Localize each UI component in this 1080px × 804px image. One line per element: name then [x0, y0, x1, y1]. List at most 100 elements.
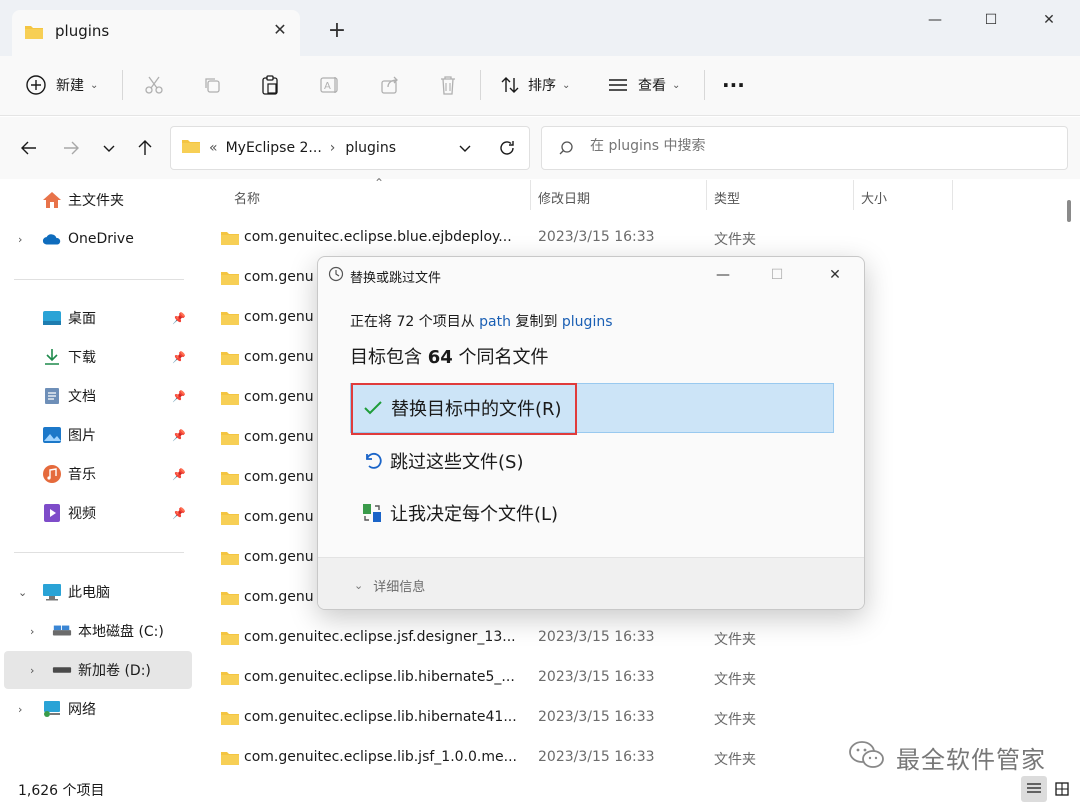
- compare-files-icon: [360, 501, 384, 525]
- sidebar-item-downloads[interactable]: 下载 📌: [4, 338, 192, 376]
- share-button[interactable]: [378, 68, 402, 102]
- file-row[interactable]: com.genuitec.eclipse.lib.hibernate5_... 2…: [216, 658, 1056, 698]
- file-name: com.genuitec.eclipse.lib.hibernate41...: [244, 709, 517, 725]
- column-divider[interactable]: [952, 180, 953, 210]
- chevron-down-icon[interactable]: ⌄: [18, 586, 27, 599]
- breadcrumb-overflow[interactable]: «: [209, 140, 218, 156]
- dialog-maximize-button[interactable]: ☐: [754, 261, 800, 289]
- sidebar-divider: [14, 552, 184, 553]
- paste-button[interactable]: [258, 68, 282, 102]
- conflict-summary: 目标包含 64 个同名文件: [350, 343, 549, 369]
- minimize-button[interactable]: —: [912, 6, 958, 34]
- new-button[interactable]: 新建 ⌄: [24, 68, 98, 102]
- chevron-right-icon[interactable]: ›: [18, 233, 22, 246]
- refresh-button[interactable]: [497, 138, 517, 162]
- source-link[interactable]: path: [479, 314, 511, 330]
- tiles-view-button[interactable]: [1049, 776, 1075, 802]
- cut-button[interactable]: [142, 68, 166, 102]
- new-tab-button[interactable]: +: [324, 18, 350, 44]
- close-window-button[interactable]: ✕: [1026, 6, 1072, 34]
- dialog-minimize-button[interactable]: —: [700, 261, 746, 289]
- search-box[interactable]: [541, 126, 1068, 170]
- file-row[interactable]: com.genuitec.eclipse.lib.hibernate41... 2…: [216, 698, 1056, 738]
- folder-icon: [220, 430, 240, 450]
- sidebar-item-drive-c[interactable]: › 本地磁盘 (C:): [4, 612, 192, 650]
- column-divider[interactable]: [853, 180, 854, 210]
- view-button[interactable]: 查看 ⌄: [606, 68, 680, 102]
- sidebar-item-onedrive[interactable]: › OneDrive: [4, 220, 192, 258]
- conflict-prefix: 目标包含: [350, 347, 428, 368]
- sidebar-item-documents[interactable]: 文档 📌: [4, 377, 192, 415]
- sidebar-item-drive-d[interactable]: › 新加卷 (D:): [4, 651, 192, 689]
- file-name: com.genuitec.eclipse.blue.ejbdeploy...: [244, 229, 512, 245]
- file-name: com.genu: [244, 589, 314, 605]
- search-input[interactable]: [590, 138, 1050, 154]
- delete-button[interactable]: [436, 68, 460, 102]
- item-count: 1,626 个项目: [18, 783, 105, 799]
- sidebar-item-label: 此电脑: [68, 585, 110, 601]
- more-details-button[interactable]: ⌄ 详细信息: [354, 576, 425, 595]
- tab-plugins[interactable]: plugins ✕: [12, 10, 300, 56]
- file-type: 文件夹: [714, 752, 756, 768]
- more-options-button[interactable]: ···: [722, 68, 745, 102]
- file-row[interactable]: com.genuitec.eclipse.blue.ejbdeploy... 20…: [216, 218, 1056, 258]
- rename-button[interactable]: A: [318, 68, 342, 102]
- vertical-scrollbar[interactable]: [1064, 180, 1074, 780]
- file-name: com.genu: [244, 509, 314, 525]
- recent-locations-button[interactable]: [96, 135, 122, 161]
- column-header-size[interactable]: 大小: [861, 188, 887, 207]
- sidebar-item-pictures[interactable]: 图片 📌: [4, 416, 192, 454]
- conflict-count: 64: [427, 347, 453, 368]
- chevron-right-icon[interactable]: ›: [18, 703, 22, 716]
- drive-icon: [52, 621, 72, 641]
- sidebar-item-home[interactable]: 主文件夹: [4, 181, 192, 219]
- address-history-button[interactable]: [457, 140, 473, 160]
- sidebar-item-this-pc[interactable]: ⌄ 此电脑: [4, 573, 192, 611]
- column-header-name[interactable]: 名称: [234, 188, 260, 207]
- undo-arrow-icon: [360, 449, 384, 473]
- copy-text-prefix: 正在将 72 个项目从: [350, 314, 480, 330]
- decide-each-file-option[interactable]: 让我决定每个文件(L): [350, 488, 834, 538]
- scissors-icon: [142, 73, 166, 97]
- replace-or-skip-dialog: 替换或跳过文件 — ☐ ✕ 正在将 72 个项目从 path 复制到 plugi…: [317, 256, 865, 610]
- chevron-right-icon[interactable]: ›: [30, 664, 34, 677]
- sidebar-item-network[interactable]: › 网络: [4, 690, 192, 728]
- breadcrumb-plugins[interactable]: plugins: [345, 140, 396, 156]
- file-date: 2023/3/15 16:33: [538, 709, 655, 725]
- sidebar-item-desktop[interactable]: 桌面 📌: [4, 299, 192, 337]
- chevron-down-icon: ⌄: [562, 79, 571, 91]
- column-divider[interactable]: [706, 180, 707, 210]
- download-icon: [42, 347, 62, 367]
- breadcrumb-myeclipse[interactable]: MyEclipse 2...: [226, 140, 322, 156]
- dialog-close-button[interactable]: ✕: [812, 261, 858, 289]
- back-button[interactable]: [16, 135, 42, 161]
- scrollbar-thumb[interactable]: [1067, 200, 1071, 222]
- sidebar-item-music[interactable]: 音乐 📌: [4, 455, 192, 493]
- rename-icon: A: [318, 73, 342, 97]
- column-header-type[interactable]: 类型: [714, 188, 740, 207]
- skip-files-option[interactable]: 跳过这些文件(S): [350, 436, 834, 486]
- file-name: com.genu: [244, 309, 314, 325]
- up-button[interactable]: [132, 135, 158, 161]
- forward-button[interactable]: [58, 135, 84, 161]
- file-row[interactable]: com.genuitec.eclipse.jsf.designer_13... 2…: [216, 618, 1056, 658]
- sort-button[interactable]: 排序 ⌄: [498, 68, 570, 102]
- skip-option-label: 跳过这些文件(S): [390, 452, 524, 473]
- column-divider[interactable]: [530, 180, 531, 210]
- file-name: com.genu: [244, 549, 314, 565]
- maximize-button[interactable]: ☐: [968, 6, 1014, 34]
- conflict-suffix: 个同名文件: [452, 347, 549, 368]
- chevron-right-icon[interactable]: ›: [30, 625, 34, 638]
- copy-button[interactable]: [200, 68, 224, 102]
- pin-icon: 📌: [172, 428, 186, 442]
- file-type: 文件夹: [714, 632, 756, 648]
- destination-link[interactable]: plugins: [562, 314, 613, 330]
- trash-icon: [436, 73, 460, 97]
- column-header-date[interactable]: 修改日期: [538, 188, 590, 207]
- address-bar[interactable]: « MyEclipse 2... › plugins: [170, 126, 530, 170]
- details-view-icon: [1027, 783, 1041, 793]
- tab-close-icon[interactable]: ✕: [270, 20, 290, 40]
- new-label: 新建: [56, 78, 84, 94]
- details-view-button[interactable]: [1021, 776, 1047, 802]
- sidebar-item-videos[interactable]: 视频 📌: [4, 494, 192, 532]
